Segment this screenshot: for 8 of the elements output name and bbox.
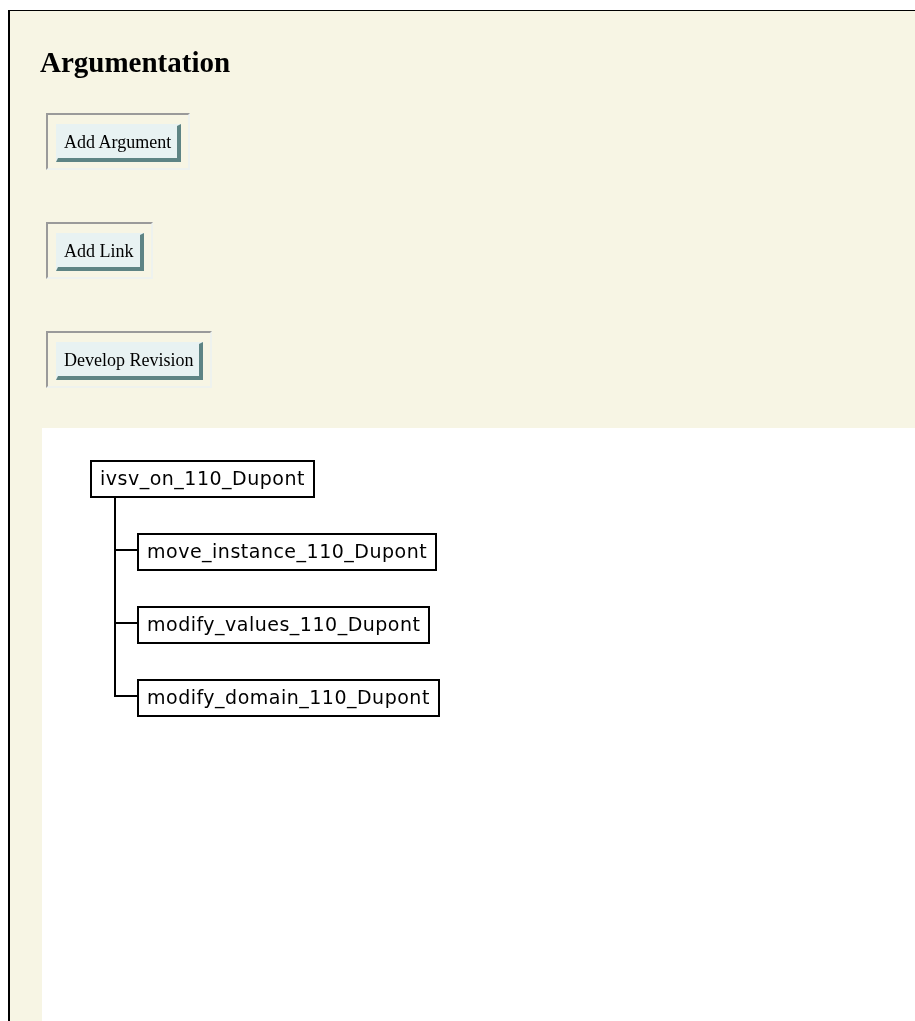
tree-node[interactable]: modify_values_110_Dupont [137,606,431,644]
tree-node[interactable]: ivsv_on_110_Dupont [90,460,315,498]
tree-node[interactable]: modify_domain_110_Dupont [137,679,440,717]
action-button[interactable]: Add Link [56,233,144,271]
tree-node[interactable]: move_instance_110_Dupont [137,533,438,571]
page-heading: Argumentation [40,45,232,79]
action-button[interactable]: Add Argument [56,124,182,162]
action-button[interactable]: Develop Revision [56,342,204,380]
